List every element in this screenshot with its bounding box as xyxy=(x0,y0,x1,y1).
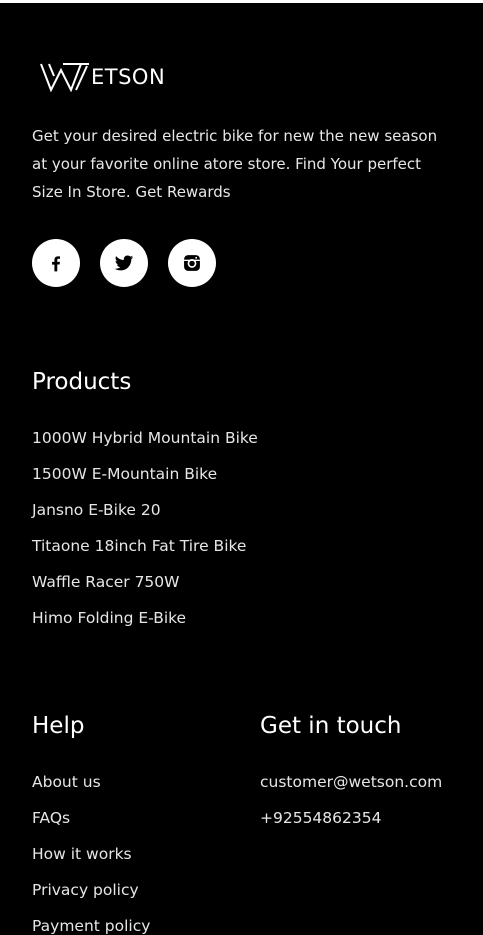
email-link[interactable]: customer@wetson.com xyxy=(260,773,442,791)
brand-logo-text: ETSON xyxy=(91,65,166,89)
list-item: Himo Folding E-Bike xyxy=(32,608,258,644)
contact-heading: Get in touch xyxy=(260,713,402,739)
twitter-icon xyxy=(114,255,134,271)
list-item: 1500W E-Mountain Bike xyxy=(32,464,258,500)
facebook-icon xyxy=(52,256,60,272)
social-links xyxy=(32,239,216,287)
help-link[interactable]: About us xyxy=(32,773,101,791)
list-item: Titaone 18inch Fat Tire Bike xyxy=(32,536,258,572)
instagram-link[interactable] xyxy=(168,239,216,287)
product-link[interactable]: Titaone 18inch Fat Tire Bike xyxy=(32,537,246,555)
list-item: FAQs xyxy=(32,808,150,844)
products-heading: Products xyxy=(32,369,132,395)
brand-logo[interactable]: ETSON xyxy=(40,62,165,92)
list-item: +92554862354 xyxy=(260,808,442,844)
twitter-link[interactable] xyxy=(100,239,148,287)
help-link[interactable]: Payment policy xyxy=(32,917,150,935)
instagram-icon xyxy=(184,255,200,271)
phone-link[interactable]: +92554862354 xyxy=(260,809,381,827)
list-item: 1000W Hybrid Mountain Bike xyxy=(32,428,258,464)
product-link[interactable]: Waffle Racer 750W xyxy=(32,573,179,591)
contact-list: customer@wetson.com +92554862354 xyxy=(260,772,442,844)
list-item: Jansno E-Bike 20 xyxy=(32,500,258,536)
list-item: How it works xyxy=(32,844,150,880)
facebook-link[interactable] xyxy=(32,239,80,287)
list-item: About us xyxy=(32,772,150,808)
products-list: 1000W Hybrid Mountain Bike 1500W E-Mount… xyxy=(32,428,258,644)
list-item: Privacy policy xyxy=(32,880,150,916)
site-footer: ETSON Get your desired electric bike for… xyxy=(0,3,483,935)
footer-tagline: Get your desired electric bike for new t… xyxy=(32,127,438,201)
product-link[interactable]: Himo Folding E-Bike xyxy=(32,609,186,627)
product-link[interactable]: 1500W E-Mountain Bike xyxy=(32,465,217,483)
list-item: Payment policy xyxy=(32,916,150,935)
help-heading: Help xyxy=(32,713,85,739)
list-item: customer@wetson.com xyxy=(260,772,442,808)
w-logo-mark-icon xyxy=(40,63,89,92)
help-link[interactable]: FAQs xyxy=(32,809,70,827)
help-link[interactable]: Privacy policy xyxy=(32,881,139,899)
product-link[interactable]: Jansno E-Bike 20 xyxy=(32,501,161,519)
help-link[interactable]: How it works xyxy=(32,845,132,863)
list-item: Waffle Racer 750W xyxy=(32,572,258,608)
product-link[interactable]: 1000W Hybrid Mountain Bike xyxy=(32,429,258,447)
help-list: About us FAQs How it works Privacy polic… xyxy=(32,772,150,935)
